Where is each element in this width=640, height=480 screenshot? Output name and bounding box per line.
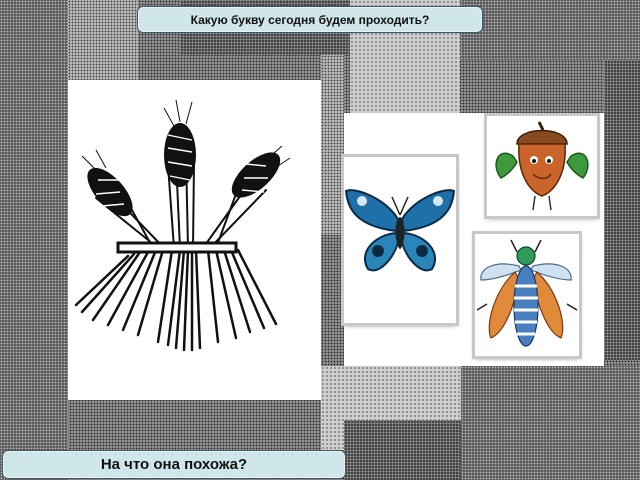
question-caption-top: Какую букву сегодня будем проходить?	[137, 6, 483, 33]
bg-pattern-block	[461, 366, 640, 480]
bg-pattern-block	[321, 55, 344, 235]
bg-pattern-block	[460, 0, 640, 60]
question-caption-bottom: На что она похожа?	[2, 450, 346, 479]
acorn-character-icon	[495, 121, 589, 211]
acorn-card	[487, 116, 597, 216]
wheat-image	[68, 80, 321, 400]
question-text-top: Какую букву сегодня будем проходить?	[190, 12, 430, 27]
bee-card	[475, 234, 579, 356]
question-text-bottom: На что она похожа?	[100, 456, 248, 473]
bg-pattern-block	[344, 420, 461, 480]
bee-character-icon	[476, 239, 578, 347]
pictures-panel	[344, 113, 604, 366]
wheat-sheaf-icon	[74, 99, 291, 352]
bg-pattern-block	[0, 0, 68, 480]
butterfly-icon	[344, 189, 456, 272]
bg-pattern-block	[604, 60, 640, 360]
bg-pattern-block	[68, 0, 138, 80]
butterfly-card	[344, 157, 456, 323]
